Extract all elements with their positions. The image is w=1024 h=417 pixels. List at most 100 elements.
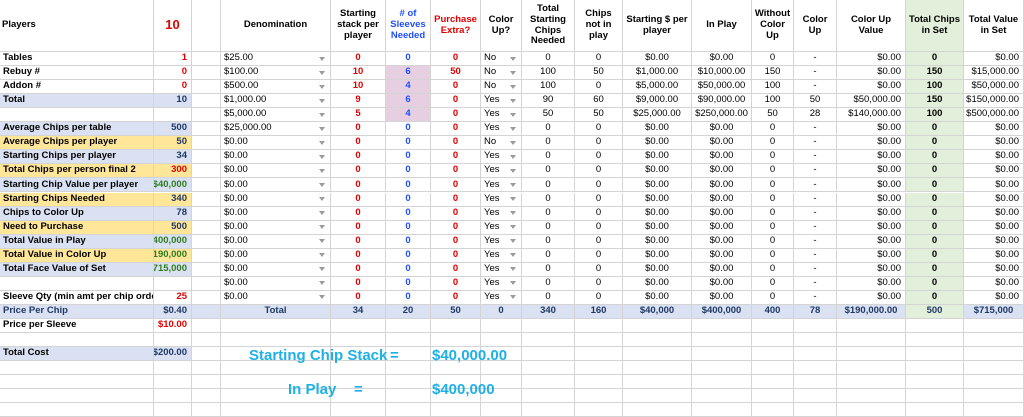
denomination-select[interactable]: $0.00 xyxy=(221,220,331,235)
color-up-select[interactable]: Yes xyxy=(481,220,522,235)
purchase-input[interactable]: 0 xyxy=(431,192,481,207)
stack-input[interactable]: 0 xyxy=(331,178,386,193)
stack-input[interactable]: 0 xyxy=(331,52,386,67)
denomination-select[interactable]: $0.00 xyxy=(221,276,331,291)
dropdown-arrow-icon[interactable] xyxy=(510,295,516,300)
color-up-select[interactable]: Yes xyxy=(481,248,522,263)
purchase-input[interactable]: 0 xyxy=(431,220,481,235)
denomination-select[interactable]: $0.00 xyxy=(221,150,331,165)
dropdown-arrow-icon[interactable] xyxy=(510,112,516,117)
stack-input[interactable]: 0 xyxy=(331,248,386,263)
purchase-input[interactable]: 0 xyxy=(431,122,481,137)
dropdown-arrow-icon[interactable] xyxy=(319,253,325,258)
dropdown-arrow-icon[interactable] xyxy=(319,126,325,131)
stack-input[interactable]: 9 xyxy=(331,94,386,109)
denomination-select[interactable]: $500.00 xyxy=(221,80,331,95)
color-up-select[interactable]: No xyxy=(481,136,522,151)
denomination-select[interactable]: $5,000.00 xyxy=(221,108,331,123)
sleeves-input[interactable]: 0 xyxy=(386,262,431,277)
color-up-select[interactable]: Yes xyxy=(481,108,522,123)
color-up-select[interactable]: Yes xyxy=(481,164,522,179)
stack-input[interactable]: 0 xyxy=(331,276,386,291)
sleeves-input[interactable]: 0 xyxy=(386,276,431,291)
sleeves-input[interactable]: 0 xyxy=(386,136,431,151)
sleeves-input[interactable]: 0 xyxy=(386,150,431,165)
purchase-input[interactable]: 0 xyxy=(431,164,481,179)
color-up-select[interactable]: No xyxy=(481,52,522,67)
color-up-select[interactable]: No xyxy=(481,66,522,81)
dropdown-arrow-icon[interactable] xyxy=(319,267,325,272)
dropdown-arrow-icon[interactable] xyxy=(510,84,516,89)
dropdown-arrow-icon[interactable] xyxy=(510,239,516,244)
stack-input[interactable]: 0 xyxy=(331,290,386,305)
dropdown-arrow-icon[interactable] xyxy=(510,253,516,258)
dropdown-arrow-icon[interactable] xyxy=(319,84,325,89)
color-up-select[interactable]: Yes xyxy=(481,178,522,193)
stack-input[interactable]: 0 xyxy=(331,262,386,277)
denomination-select[interactable]: $0.00 xyxy=(221,234,331,249)
denomination-select[interactable]: $0.00 xyxy=(221,164,331,179)
dropdown-arrow-icon[interactable] xyxy=(319,98,325,103)
purchase-input[interactable]: 0 xyxy=(431,178,481,193)
color-up-select[interactable]: Yes xyxy=(481,206,522,221)
color-up-select[interactable]: Yes xyxy=(481,276,522,291)
denomination-select[interactable]: $0.00 xyxy=(221,290,331,305)
color-up-select[interactable]: Yes xyxy=(481,234,522,249)
color-up-select[interactable]: Yes xyxy=(481,150,522,165)
dropdown-arrow-icon[interactable] xyxy=(319,56,325,61)
stack-input[interactable]: 10 xyxy=(331,80,386,95)
dropdown-arrow-icon[interactable] xyxy=(319,154,325,159)
color-up-select[interactable]: No xyxy=(481,80,522,95)
stack-input[interactable]: 0 xyxy=(331,192,386,207)
purchase-input[interactable]: 0 xyxy=(431,206,481,221)
stack-input[interactable]: 0 xyxy=(331,136,386,151)
sleeves-input[interactable]: 6 xyxy=(386,66,431,81)
stack-input[interactable]: 10 xyxy=(331,66,386,81)
dropdown-arrow-icon[interactable] xyxy=(319,211,325,216)
denomination-select[interactable]: $0.00 xyxy=(221,178,331,193)
sleeves-input[interactable]: 0 xyxy=(386,52,431,67)
purchase-input[interactable]: 0 xyxy=(431,276,481,291)
purchase-input[interactable]: 50 xyxy=(431,66,481,81)
dropdown-arrow-icon[interactable] xyxy=(510,126,516,131)
purchase-input[interactable]: 0 xyxy=(431,234,481,249)
dropdown-arrow-icon[interactable] xyxy=(510,267,516,272)
stack-input[interactable]: 0 xyxy=(331,234,386,249)
purchase-input[interactable]: 0 xyxy=(431,136,481,151)
dropdown-arrow-icon[interactable] xyxy=(510,140,516,145)
sleeves-input[interactable]: 0 xyxy=(386,234,431,249)
dropdown-arrow-icon[interactable] xyxy=(510,70,516,75)
dropdown-arrow-icon[interactable] xyxy=(510,154,516,159)
dropdown-arrow-icon[interactable] xyxy=(319,225,325,230)
dropdown-arrow-icon[interactable] xyxy=(319,295,325,300)
stack-input[interactable]: 0 xyxy=(331,150,386,165)
color-up-select[interactable]: Yes xyxy=(481,122,522,137)
sleeves-input[interactable]: 4 xyxy=(386,108,431,123)
dropdown-arrow-icon[interactable] xyxy=(510,281,516,286)
sleeves-input[interactable]: 0 xyxy=(386,164,431,179)
stack-input[interactable]: 0 xyxy=(331,122,386,137)
stack-input[interactable]: 0 xyxy=(331,206,386,221)
purchase-input[interactable]: 0 xyxy=(431,108,481,123)
dropdown-arrow-icon[interactable] xyxy=(319,239,325,244)
sleeves-input[interactable]: 0 xyxy=(386,206,431,221)
purchase-input[interactable]: 0 xyxy=(431,248,481,263)
sleeves-input[interactable]: 6 xyxy=(386,94,431,109)
denomination-select[interactable]: $0.00 xyxy=(221,248,331,263)
denomination-select[interactable]: $100.00 xyxy=(221,66,331,81)
purchase-input[interactable]: 0 xyxy=(431,290,481,305)
stack-input[interactable]: 0 xyxy=(331,164,386,179)
color-up-select[interactable]: Yes xyxy=(481,262,522,277)
dropdown-arrow-icon[interactable] xyxy=(319,70,325,75)
dropdown-arrow-icon[interactable] xyxy=(510,168,516,173)
dropdown-arrow-icon[interactable] xyxy=(510,98,516,103)
purchase-input[interactable]: 0 xyxy=(431,262,481,277)
dropdown-arrow-icon[interactable] xyxy=(510,211,516,216)
sleeves-input[interactable]: 0 xyxy=(386,178,431,193)
sleeves-input[interactable]: 0 xyxy=(386,290,431,305)
color-up-select[interactable]: Yes xyxy=(481,94,522,109)
dropdown-arrow-icon[interactable] xyxy=(510,56,516,61)
dropdown-arrow-icon[interactable] xyxy=(319,197,325,202)
purchase-input[interactable]: 0 xyxy=(431,80,481,95)
dropdown-arrow-icon[interactable] xyxy=(510,182,516,187)
